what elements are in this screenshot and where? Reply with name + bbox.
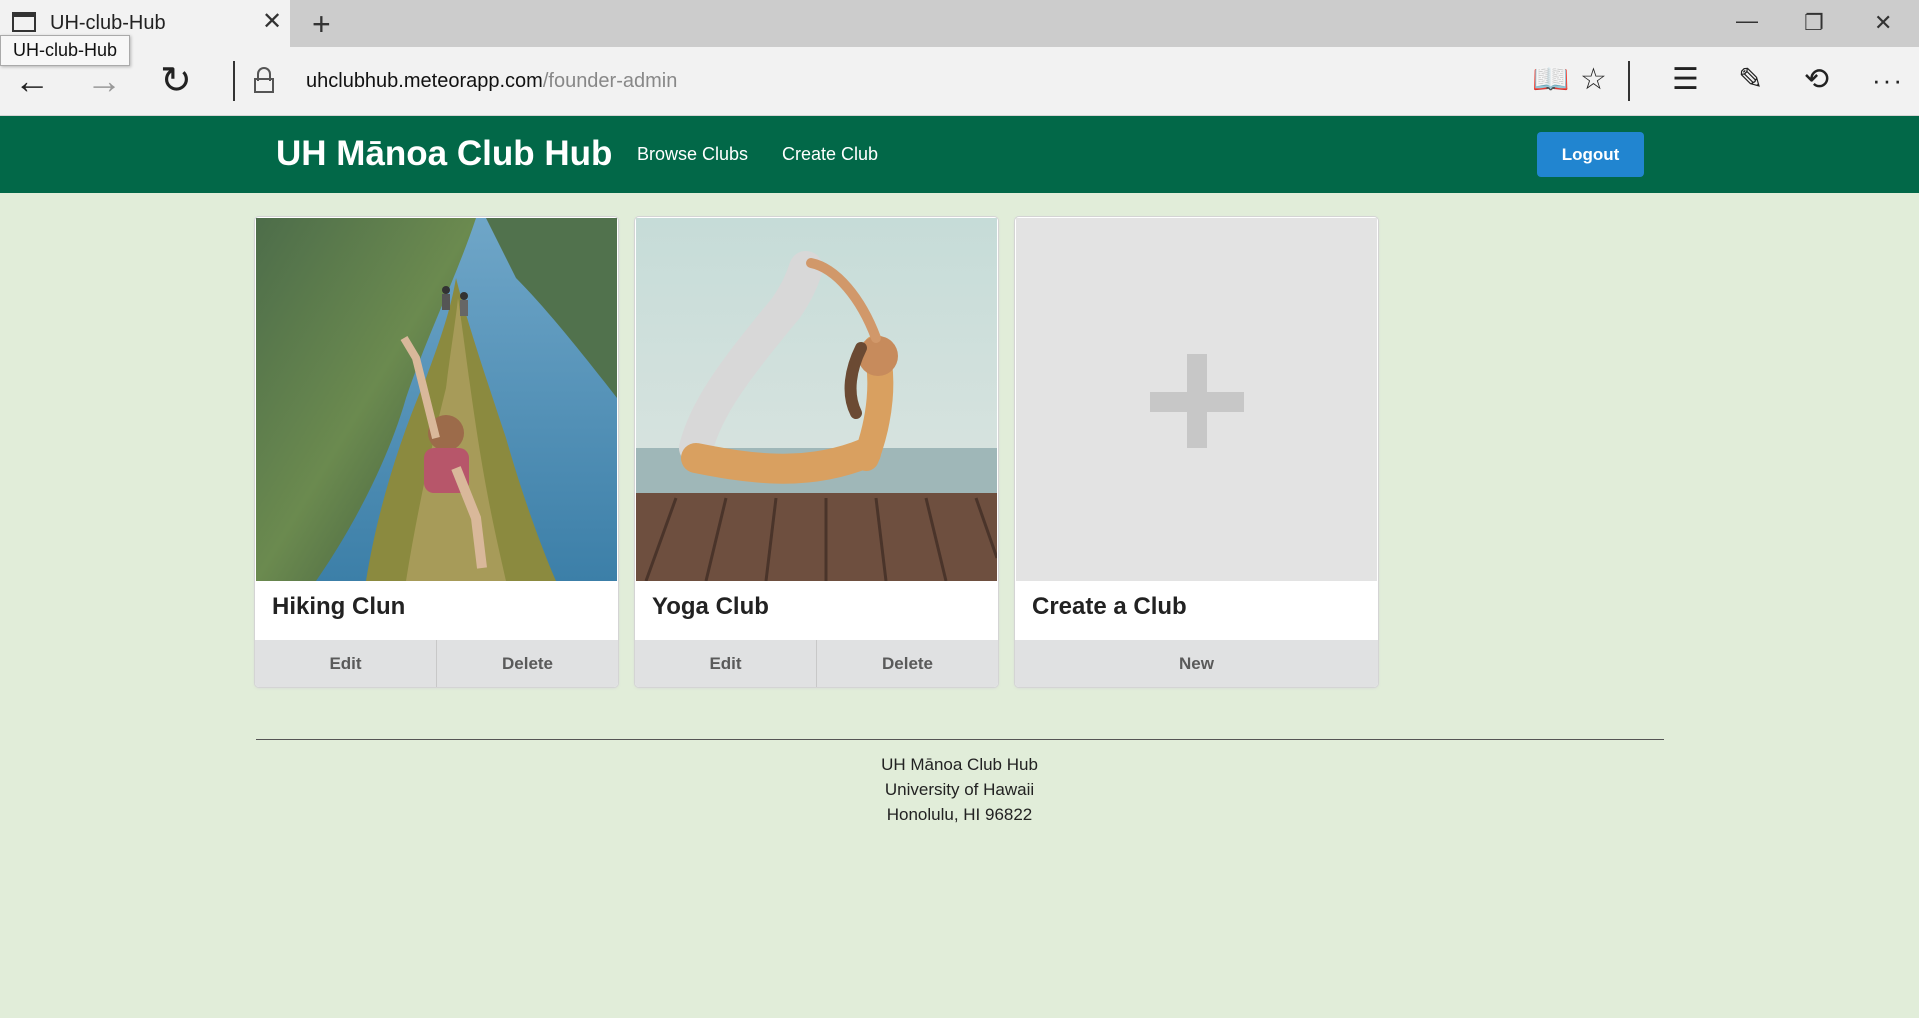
forward-arrow-icon[interactable]: → — [86, 61, 122, 101]
card-actions: New — [1015, 640, 1378, 687]
browser-tab-bar: UH-club-Hub ✕ + — ❐ ✕ — [0, 0, 1919, 47]
new-club-button[interactable]: New — [1015, 640, 1378, 687]
yoga-club-image — [636, 218, 997, 581]
address-bar: ← → ↻ uhclubhub.meteorapp.com/founder-ad… — [0, 47, 1919, 116]
toolbar-divider — [233, 61, 235, 101]
card-title: Yoga Club — [652, 593, 769, 620]
card-actions: Edit Delete — [635, 640, 998, 687]
app-navbar: UH Mānoa Club Hub Browse Clubs Create Cl… — [0, 116, 1919, 193]
tab-title: UH-club-Hub — [50, 12, 166, 34]
nav-browse-clubs[interactable]: Browse Clubs — [637, 144, 748, 165]
footer: UH Mānoa Club Hub University of Hawaii H… — [0, 752, 1919, 827]
create-club-card[interactable]: Create a Club New — [1015, 217, 1378, 687]
tab-page-icon — [12, 12, 36, 32]
edit-button[interactable]: Edit — [635, 640, 816, 687]
tab-tooltip: UH-club-Hub — [0, 35, 131, 66]
close-tab-icon[interactable]: ✕ — [262, 10, 282, 34]
footer-line: Honolulu, HI 96822 — [886, 805, 1033, 824]
delete-button[interactable]: Delete — [436, 640, 618, 687]
nav-create-club[interactable]: Create Club — [782, 144, 878, 165]
url-path: /founder-admin — [542, 70, 678, 92]
club-card-hiking: Hiking Clun Edit Delete — [255, 217, 618, 687]
card-title: Create a Club — [1032, 593, 1187, 620]
brand-title[interactable]: UH Mānoa Club Hub — [276, 134, 612, 174]
url-domain: uhclubhub.meteorapp.com — [306, 70, 543, 92]
close-window-icon[interactable]: ✕ — [1874, 10, 1892, 36]
delete-button[interactable]: Delete — [816, 640, 998, 687]
lock-icon — [254, 67, 274, 93]
logout-button[interactable]: Logout — [1537, 132, 1644, 177]
club-card-yoga: Yoga Club Edit Delete — [635, 217, 998, 687]
footer-line: UH Mānoa Club Hub — [881, 755, 1038, 774]
footer-divider — [256, 739, 1664, 740]
favorite-star-icon[interactable]: ☆ — [1580, 63, 1607, 97]
restore-icon[interactable]: ❐ — [1804, 10, 1824, 36]
minimize-icon[interactable]: — — [1736, 8, 1758, 34]
reading-view-icon[interactable]: 📖 — [1532, 63, 1569, 97]
share-icon[interactable]: ⟲ — [1804, 63, 1829, 97]
url-field[interactable]: uhclubhub.meteorapp.com/founder-admin — [306, 70, 677, 93]
card-title: Hiking Clun — [272, 593, 406, 620]
web-note-icon[interactable]: ✎ — [1738, 63, 1763, 97]
new-tab-icon[interactable]: + — [312, 6, 331, 42]
edit-button[interactable]: Edit — [255, 640, 436, 687]
hub-icon[interactable]: ☰ — [1672, 63, 1699, 97]
footer-line: University of Hawaii — [884, 780, 1035, 799]
card-actions: Edit Delete — [255, 640, 618, 687]
plus-icon — [1187, 354, 1207, 448]
refresh-icon[interactable]: ↻ — [160, 61, 192, 101]
hiking-club-image — [256, 218, 617, 581]
more-icon[interactable]: ··· — [1872, 63, 1904, 97]
create-club-placeholder[interactable] — [1016, 218, 1377, 581]
toolbar-divider — [1628, 61, 1630, 101]
back-arrow-icon[interactable]: ← — [14, 61, 50, 101]
